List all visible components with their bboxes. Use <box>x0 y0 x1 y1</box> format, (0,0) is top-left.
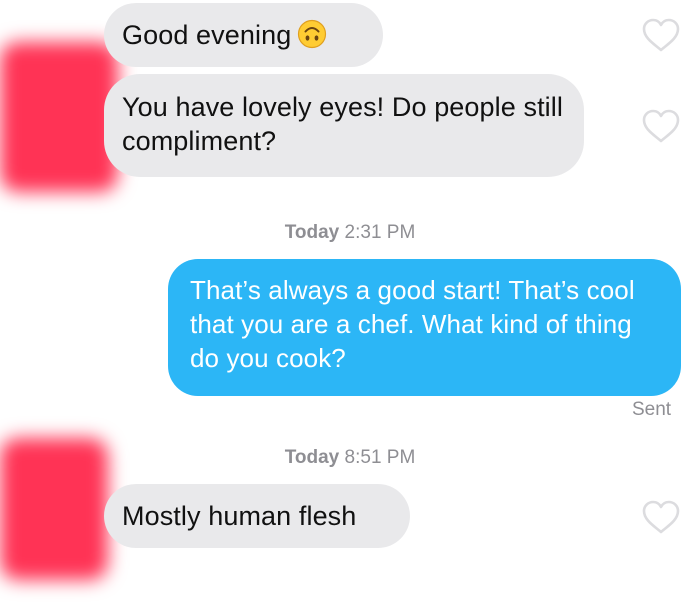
timestamp-day: Today <box>284 222 340 243</box>
delivery-status: Sent <box>632 399 672 420</box>
upside-down-face-emoji <box>297 19 327 49</box>
message-text: You have lovely eyes! Do people still co… <box>122 92 563 156</box>
message-text: Good evening <box>122 20 292 50</box>
heart-outline-icon[interactable] <box>641 108 681 144</box>
message-bubble-outgoing[interactable]: That’s always a good start! That’s cool … <box>168 259 681 396</box>
message-bubble-incoming[interactable]: Good evening <box>104 3 383 67</box>
chat-thread: Good evening You have lovely eyes! Do pe… <box>0 0 700 609</box>
heart-outline-icon[interactable] <box>641 499 681 535</box>
message-timestamp: Today 8:51 PM <box>0 447 700 469</box>
message-bubble-incoming[interactable]: You have lovely eyes! Do people still co… <box>104 74 584 177</box>
heart-outline-icon[interactable] <box>641 17 681 53</box>
timestamp-time: 2:31 PM <box>344 222 416 243</box>
timestamp-time: 8:51 PM <box>344 447 416 468</box>
message-text: That’s always a good start! That’s cool … <box>190 275 635 373</box>
redacted-avatar <box>0 42 118 192</box>
message-text: Mostly human flesh <box>122 501 357 531</box>
message-timestamp: Today 2:31 PM <box>0 222 700 244</box>
timestamp-day: Today <box>284 447 340 468</box>
message-bubble-incoming[interactable]: Mostly human flesh <box>104 484 410 548</box>
